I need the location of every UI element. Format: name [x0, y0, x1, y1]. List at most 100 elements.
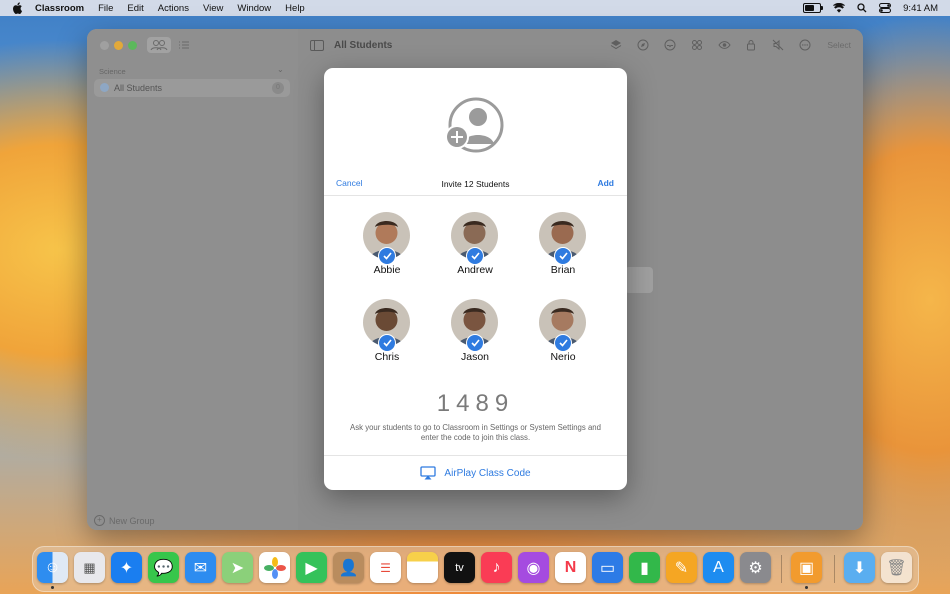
sidebar-item-count: 0 [272, 82, 284, 94]
new-group-label: New Group [109, 515, 155, 526]
airplay-icon [420, 466, 437, 480]
plus-icon: + [94, 515, 105, 526]
maps-icon[interactable]: ➤ [222, 552, 253, 583]
menu-file[interactable]: File [98, 3, 113, 14]
launchpad-icon[interactable]: ▦ [74, 552, 105, 583]
dock: ☺ ▦ ✦ 💬 ✉ ➤ ▶ 👤 ☰ tv ♪ ◉ N ▭ ▮ ✎ A ⚙ ▣ ⬇… [32, 546, 919, 592]
menu-bar: Classroom File Edit Actions View Window … [0, 0, 950, 16]
select-button[interactable]: Select [827, 40, 851, 50]
search-icon[interactable] [857, 3, 867, 13]
mute-icon[interactable] [771, 38, 785, 52]
mail-icon[interactable]: ✉ [185, 552, 216, 583]
system-settings-icon[interactable]: ⚙ [740, 552, 771, 583]
instructions: Ask your students to go to Classroom in … [338, 423, 613, 443]
tray-icon[interactable] [663, 38, 677, 52]
downloads-folder-icon[interactable]: ⬇ [844, 552, 875, 583]
menu-view[interactable]: View [203, 3, 223, 14]
keynote-icon[interactable]: ▭ [592, 552, 623, 583]
lock-icon[interactable] [744, 38, 758, 52]
podcasts-icon[interactable]: ◉ [518, 552, 549, 583]
minimize-button[interactable] [114, 41, 123, 50]
classroom-icon[interactable]: ▣ [791, 552, 822, 583]
music-icon[interactable]: ♪ [481, 552, 512, 583]
student-name: Nerio [550, 351, 576, 363]
menu-clock[interactable]: 9:41 AM [903, 3, 938, 14]
news-icon[interactable]: N [555, 552, 586, 583]
student-name: Andrew [457, 264, 493, 276]
student-name: Abbie [373, 264, 401, 276]
student-chris[interactable]: Chris [347, 299, 427, 379]
compass-icon[interactable] [636, 38, 650, 52]
student-brian[interactable]: Brian [523, 212, 603, 292]
group-icon [100, 83, 109, 92]
control-center-icon[interactable] [879, 3, 892, 13]
page-title: All Students [334, 40, 393, 51]
dock-separator [834, 555, 835, 583]
safari-icon[interactable]: ✦ [111, 552, 142, 583]
student-nerio[interactable]: Nerio [523, 299, 603, 379]
placeholder-block [625, 267, 653, 293]
battery-icon[interactable] [803, 3, 824, 13]
zoom-button[interactable] [128, 41, 137, 50]
sheet-title: Invite 12 Students [441, 179, 510, 189]
student-abbie[interactable]: Abbie [347, 212, 427, 292]
checkmark-icon [554, 334, 572, 352]
contacts-icon[interactable]: 👤 [333, 552, 364, 583]
airplay-label: AirPlay Class Code [444, 467, 531, 479]
running-indicator [805, 586, 808, 589]
notes-icon[interactable] [407, 552, 438, 583]
checkmark-icon [466, 334, 484, 352]
student-andrew[interactable]: Andrew [435, 212, 515, 292]
photos-icon[interactable] [259, 552, 290, 583]
close-button[interactable] [100, 41, 109, 50]
sidebar-item-label: All Students [114, 83, 163, 93]
more-icon[interactable] [798, 38, 812, 52]
messages-icon[interactable]: 💬 [148, 552, 179, 583]
dock-separator [781, 555, 782, 583]
section-label: Science [99, 67, 126, 76]
airplay-class-code-button[interactable]: AirPlay Class Code [324, 466, 627, 480]
app-store-icon[interactable]: A [703, 552, 734, 583]
add-person-icon [445, 97, 504, 153]
trash-icon[interactable]: 🗑 [881, 552, 912, 583]
pages-icon[interactable]: ✎ [666, 552, 697, 583]
menu-app-name[interactable]: Classroom [35, 3, 84, 14]
tv-icon[interactable]: tv [444, 552, 475, 583]
footer-divider [324, 455, 627, 456]
toolbar: Select [609, 38, 851, 52]
reminders-icon[interactable]: ☰ [370, 552, 401, 583]
menu-edit[interactable]: Edit [127, 3, 143, 14]
header-divider [324, 195, 627, 196]
new-group-button[interactable]: + New Group [94, 515, 155, 526]
add-button[interactable]: Add [597, 178, 614, 188]
running-indicator [51, 586, 54, 589]
wifi-icon[interactable] [833, 3, 846, 13]
student-name: Jason [460, 351, 490, 363]
instructions-line-1: Ask your students to go to Classroom in … [350, 423, 601, 432]
checkmark-icon [378, 247, 396, 265]
sidebar-toggle-icon[interactable] [310, 40, 324, 51]
class-code: 1489 [436, 390, 515, 417]
checkmark-icon [378, 334, 396, 352]
checkmark-icon [466, 247, 484, 265]
list-view-icon[interactable] [177, 37, 191, 53]
menu-help[interactable]: Help [285, 3, 305, 14]
facetime-icon[interactable]: ▶ [296, 552, 327, 583]
people-toggle-icon[interactable] [147, 37, 171, 53]
eye-icon[interactable] [717, 38, 731, 52]
menu-window[interactable]: Window [237, 3, 271, 14]
sidebar-item-all-students[interactable]: All Students 0 [94, 79, 290, 97]
checkmark-icon [554, 247, 572, 265]
sidebar: Science ⌄ All Students 0 + New Group [87, 29, 298, 530]
finder-icon[interactable]: ☺ [37, 552, 68, 583]
numbers-icon[interactable]: ▮ [629, 552, 660, 583]
student-jason[interactable]: Jason [435, 299, 515, 379]
instructions-line-2: enter the code to join this class. [420, 433, 531, 442]
invite-sheet: Cancel Invite 12 Students Add Abbie Andre… [324, 68, 627, 490]
student-name: Brian [550, 264, 576, 276]
apps-grid-icon[interactable] [690, 38, 704, 52]
chevron-down-icon[interactable]: ⌄ [277, 65, 284, 74]
layers-icon[interactable] [609, 38, 623, 52]
menu-actions[interactable]: Actions [158, 3, 189, 14]
apple-logo-icon[interactable] [11, 1, 25, 15]
